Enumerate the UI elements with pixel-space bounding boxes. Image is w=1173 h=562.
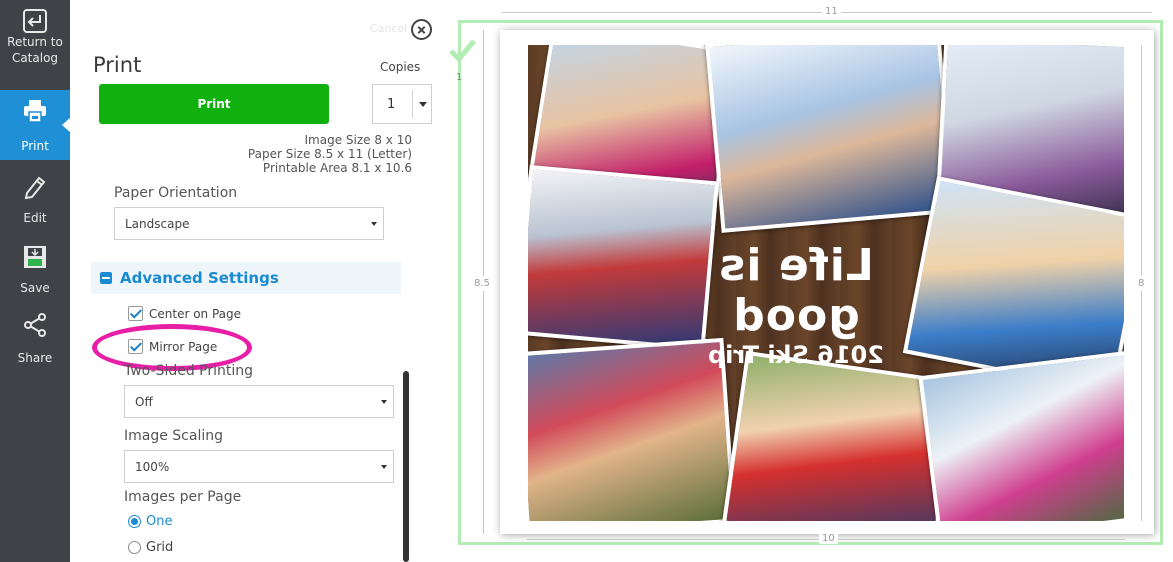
advanced-settings-title: Advanced Settings	[120, 269, 279, 287]
image-scaling-label: Image Scaling	[124, 428, 223, 444]
close-icon[interactable]	[411, 19, 432, 40]
panel-scrollbar[interactable]	[403, 371, 409, 562]
image-scaling-select[interactable]: 100%	[124, 450, 394, 483]
paper-size: Paper Size 8.5 x 11 (Letter)	[247, 147, 412, 161]
share-icon	[24, 313, 46, 337]
radio-one-label: One	[146, 514, 173, 529]
chevron-down-icon[interactable]	[419, 102, 427, 107]
collage-image: Life is good 2016 Ski Trip	[528, 45, 1124, 521]
photo-skier-cheer	[705, 45, 956, 233]
sidebar-item-edit[interactable]: Edit	[0, 170, 70, 240]
dimension-right: 8	[1138, 276, 1145, 291]
sidebar-item-print[interactable]: Print	[0, 90, 71, 160]
photo-sledding-couple	[528, 165, 720, 351]
app-sidebar: Return to Catalog Print Edit Save Share	[0, 0, 71, 562]
sidebar-item-label: Save	[20, 281, 50, 295]
save-icon	[24, 246, 46, 268]
cancel-link[interactable]: Cancel	[370, 22, 407, 35]
image-scaling-value: 100%	[135, 460, 170, 474]
photo-snowman-family	[918, 350, 1124, 521]
chevron-down-icon	[381, 400, 387, 404]
sidebar-item-share[interactable]: Share	[0, 310, 70, 380]
chevron-down-icon	[371, 222, 377, 226]
paper-orientation-value: Landscape	[125, 217, 190, 231]
copies-label: Copies	[380, 60, 421, 74]
center-on-page-label: Center on Page	[149, 307, 242, 321]
collage-headline: Life is good	[718, 240, 874, 341]
sidebar-item-label: Edit	[23, 211, 47, 225]
two-sided-printing-select[interactable]: Off	[124, 385, 394, 418]
checkmark-icon[interactable]	[447, 35, 477, 65]
sidebar-item-return[interactable]: Return to Catalog	[0, 0, 70, 70]
two-sided-printing-value: Off	[135, 395, 153, 409]
page-title: Print	[93, 53, 142, 77]
chevron-down-icon	[381, 465, 387, 469]
pencil-icon	[24, 176, 46, 200]
page-number: 1	[456, 72, 463, 83]
paper-orientation-select[interactable]: Landscape	[114, 207, 384, 240]
copies-value: 1	[387, 97, 396, 112]
two-sided-printing-label: Two-Sided Printing	[124, 363, 254, 379]
return-icon	[23, 9, 47, 33]
dimension-bottom: 10	[819, 533, 838, 544]
paper-orientation-label: Paper Orientation	[114, 185, 238, 201]
center-on-page-checkbox[interactable]	[128, 306, 143, 321]
divider	[412, 90, 413, 118]
print-button[interactable]: Print	[99, 84, 329, 124]
dimension-left: 8.5	[474, 276, 490, 291]
sidebar-item-label: Share	[17, 351, 53, 365]
collage-subline: 2016 Ski Trip	[708, 341, 884, 369]
collapse-icon[interactable]	[100, 272, 112, 284]
image-size: Image Size 8 x 10	[304, 133, 412, 147]
radio-grid[interactable]	[128, 541, 141, 554]
printable-area: Printable Area 8.1 x 10.6	[262, 161, 412, 175]
sidebar-item-save[interactable]: Save	[0, 240, 70, 310]
radio-grid-label: Grid	[146, 540, 174, 555]
sidebar-item-label: Return to Catalog	[7, 35, 63, 65]
radio-one[interactable]	[128, 515, 141, 528]
size-info: Image Size 8 x 10 Paper Size 8.5 x 11 (L…	[200, 133, 412, 175]
dimension-top: 11	[822, 6, 841, 17]
sidebar-item-label: Print	[21, 139, 49, 153]
images-per-page-label: Images per Page	[124, 489, 242, 505]
printer-icon	[24, 100, 46, 123]
copies-select[interactable]: 1	[372, 84, 432, 124]
collage-text: Life is good 2016 Ski Trip	[696, 240, 896, 369]
advanced-settings-header[interactable]: Advanced Settings	[91, 262, 401, 294]
